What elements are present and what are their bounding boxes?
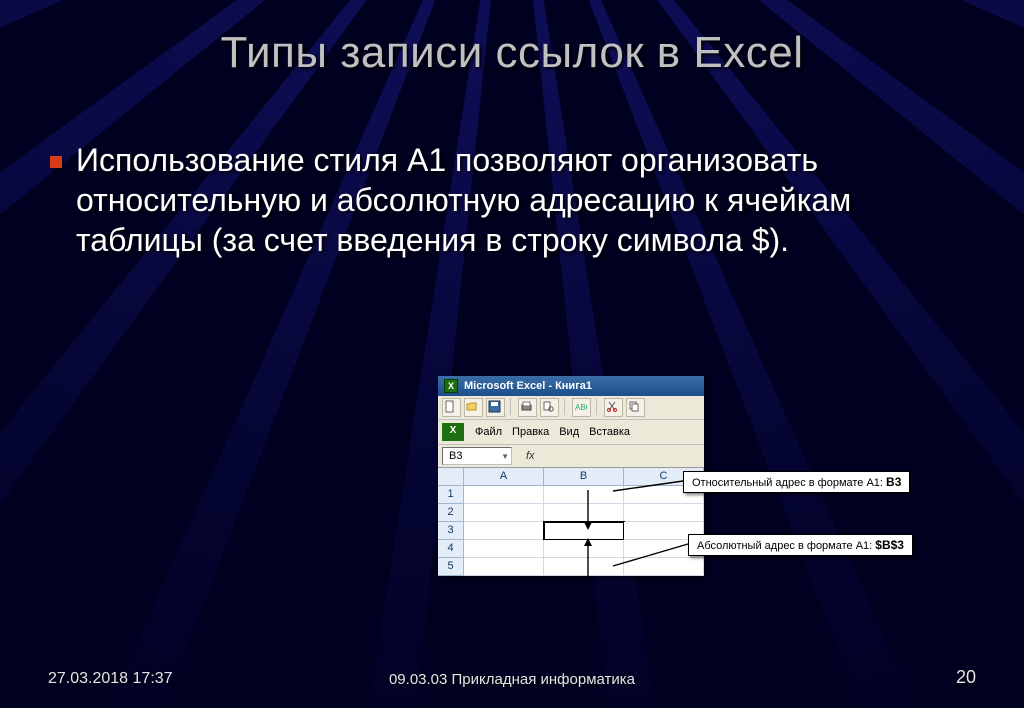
cell[interactable] <box>544 504 624 522</box>
print-preview-icon[interactable] <box>540 398 559 417</box>
cell[interactable] <box>624 558 704 576</box>
excel-toolbar: ABC <box>438 396 704 420</box>
callout-relative: Относительный адрес в формате А1: B3 <box>683 471 910 493</box>
copy-icon[interactable] <box>626 398 645 417</box>
selected-cell[interactable] <box>544 522 624 540</box>
cut-icon[interactable] <box>604 398 623 417</box>
select-all-corner[interactable] <box>438 468 464 486</box>
col-header[interactable]: B <box>544 468 624 486</box>
spelling-icon[interactable]: ABC <box>572 398 591 417</box>
excel-menubar: Файл Правка Вид Вставка <box>438 420 704 445</box>
print-icon[interactable] <box>518 398 537 417</box>
slide: Типы записи ссылок в Excel Использование… <box>0 0 1024 708</box>
row-header[interactable]: 4 <box>438 540 464 558</box>
slide-footer: 27.03.2018 17:37 09.03.03 Прикладная инф… <box>0 667 1024 688</box>
excel-figure: Microsoft Excel - Книга1 ABC <box>438 376 928 606</box>
formula-bar: B3 ▼ fx <box>438 445 704 468</box>
excel-window: Microsoft Excel - Книга1 ABC <box>438 376 704 576</box>
toolbar-separator <box>596 398 599 415</box>
cell[interactable] <box>464 504 544 522</box>
toolbar-separator <box>564 398 567 415</box>
open-icon[interactable] <box>464 398 483 417</box>
excel-grid: A B C 1 2 3 4 <box>438 468 704 576</box>
toolbar-separator <box>510 398 513 415</box>
save-icon[interactable] <box>486 398 505 417</box>
row-header[interactable]: 3 <box>438 522 464 540</box>
menu-view[interactable]: Вид <box>556 425 582 439</box>
cell[interactable] <box>464 558 544 576</box>
name-box-value: B3 <box>449 450 462 462</box>
menu-file[interactable]: Файл <box>472 425 505 439</box>
slide-title: Типы записи ссылок в Excel <box>0 28 1024 78</box>
excel-window-title: Microsoft Excel - Книга1 <box>464 380 592 392</box>
cell[interactable] <box>544 540 624 558</box>
bullet-list: Использование стиля А1 позволяют организ… <box>48 140 964 260</box>
callout-relative-label: Относительный адрес в формате А1: <box>692 477 883 489</box>
footer-center: 09.03.03 Прикладная информатика <box>389 671 635 688</box>
fx-label[interactable]: fx <box>526 450 535 462</box>
cell[interactable] <box>464 522 544 540</box>
footer-date: 27.03.2018 17:37 <box>48 670 173 688</box>
row-header[interactable]: 5 <box>438 558 464 576</box>
cell[interactable] <box>464 486 544 504</box>
col-header[interactable]: A <box>464 468 544 486</box>
bullet-item: Использование стиля А1 позволяют организ… <box>48 140 964 260</box>
menu-insert[interactable]: Вставка <box>586 425 633 439</box>
cell[interactable] <box>464 540 544 558</box>
file-icon <box>442 423 464 441</box>
chevron-down-icon: ▼ <box>501 452 509 461</box>
cell[interactable] <box>544 558 624 576</box>
callout-absolute-label: Абсолютный адрес в формате А1: <box>697 540 872 552</box>
callout-absolute-value: $B$3 <box>875 538 904 552</box>
svg-text:ABC: ABC <box>575 403 587 412</box>
excel-app-icon <box>444 379 458 393</box>
new-file-icon[interactable] <box>442 398 461 417</box>
callout-absolute: Абсолютный адрес в формате А1: $B$3 <box>688 534 913 556</box>
callout-relative-value: B3 <box>886 475 901 489</box>
excel-titlebar: Microsoft Excel - Книга1 <box>438 376 704 396</box>
cell[interactable] <box>544 486 624 504</box>
row-header[interactable]: 2 <box>438 504 464 522</box>
name-box[interactable]: B3 ▼ <box>442 447 512 465</box>
row-header[interactable]: 1 <box>438 486 464 504</box>
slide-number: 20 <box>956 667 976 688</box>
menu-edit[interactable]: Правка <box>509 425 552 439</box>
cell[interactable] <box>624 504 704 522</box>
